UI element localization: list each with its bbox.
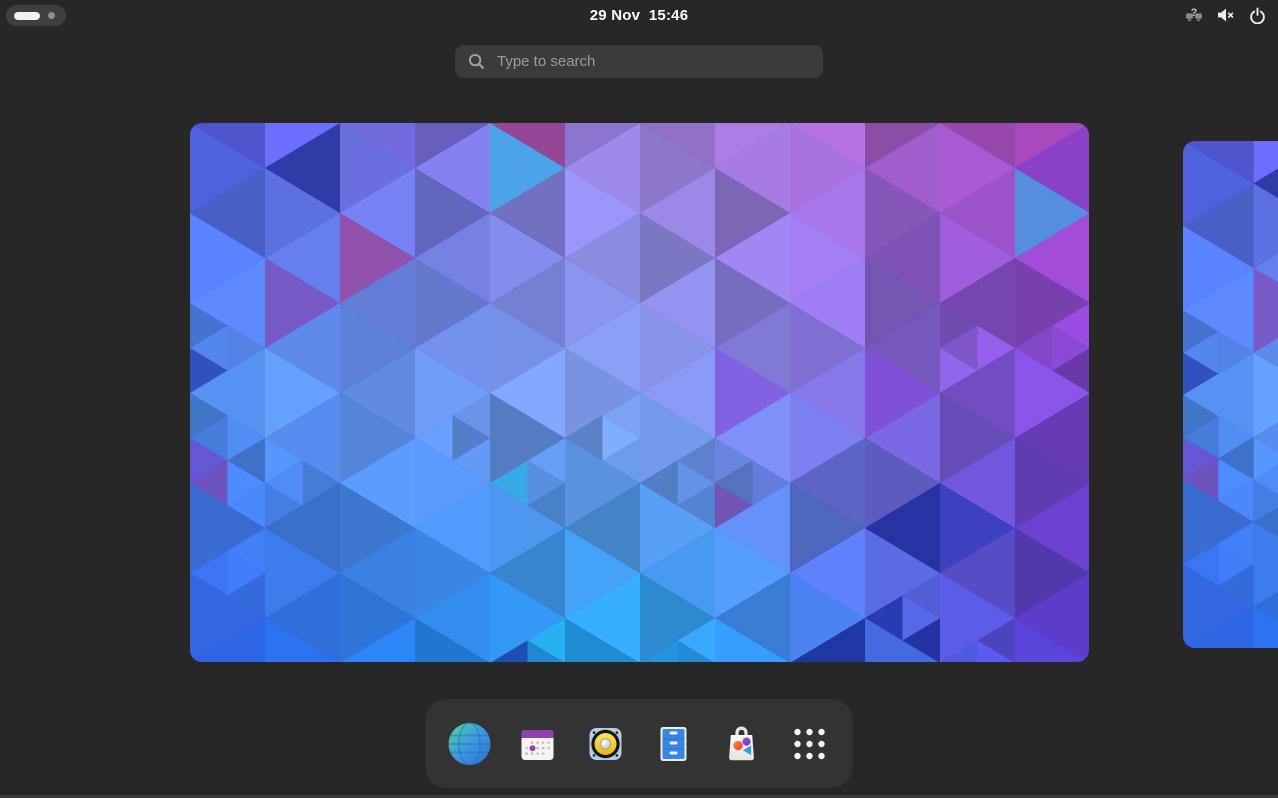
network-unknown-icon[interactable]: ? <box>1185 6 1203 24</box>
system-status-area: ? <box>1185 0 1266 30</box>
workspace-thumbnail-1[interactable] <box>190 123 1089 662</box>
workspace-thumbnail-2[interactable] <box>1183 141 1278 648</box>
files-icon[interactable] <box>649 720 697 768</box>
clock[interactable]: 29 Nov 15:46 <box>590 0 689 30</box>
search-icon <box>468 53 485 70</box>
power-icon[interactable] <box>1249 7 1266 24</box>
svg-text:?: ? <box>1191 7 1197 19</box>
wallpaper-triangles <box>190 123 1089 662</box>
top-bar: 29 Nov 15:46 ? <box>0 0 1278 30</box>
software-icon[interactable] <box>717 720 765 768</box>
dock <box>426 699 853 788</box>
calendar-icon[interactable] <box>513 720 561 768</box>
app-grid-icon[interactable] <box>785 720 833 768</box>
active-workspace-pill <box>14 12 40 20</box>
volume-muted-icon[interactable] <box>1216 7 1236 23</box>
search-bar <box>455 45 823 78</box>
music-player-icon[interactable] <box>581 720 629 768</box>
workspace-indicator[interactable] <box>6 5 66 26</box>
inactive-workspace-dot <box>48 12 55 19</box>
wallpaper-triangles <box>1183 141 1278 648</box>
search-input[interactable] <box>495 52 809 71</box>
web-browser-icon[interactable] <box>445 720 493 768</box>
